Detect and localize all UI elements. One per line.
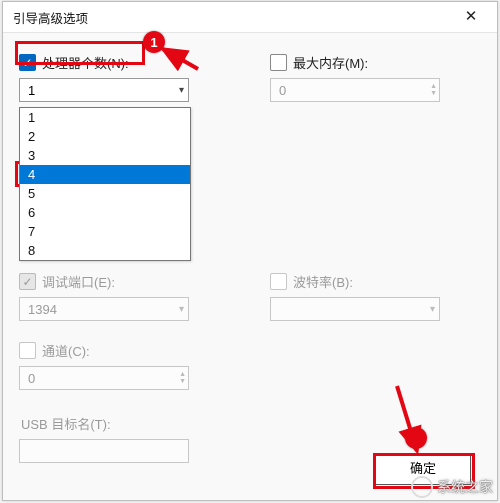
processor-option-selected[interactable]: 4 (20, 165, 190, 184)
debugport-value: 1394 (28, 302, 57, 317)
processor-combo-value: 1 (28, 83, 35, 98)
annotation-number-3: 3 (405, 427, 427, 449)
spin-arrows-icon: ▲▼ (179, 371, 186, 385)
chevron-down-icon: ▾ (179, 304, 184, 315)
channel-spin[interactable]: 0 ▲▼ (19, 366, 189, 390)
ok-button[interactable]: 确定 (375, 455, 471, 485)
channel-checkbox[interactable] (19, 342, 36, 359)
maxmem-checkbox-row[interactable]: 最大内存(M): (270, 53, 481, 72)
processor-label: 处理器个数(N): (42, 53, 129, 72)
debugport-checkbox[interactable]: ✓ (19, 273, 36, 290)
channel-value: 0 (28, 371, 35, 386)
window-title: 引导高级选项 (13, 8, 88, 27)
baud-label: 波特率(B): (293, 272, 353, 291)
maxmem-label: 最大内存(M): (293, 53, 368, 72)
processor-checkbox[interactable]: ✓ (19, 54, 36, 71)
col-maxmem: 最大内存(M): 0 ▲▼ (270, 43, 481, 102)
row-debug: ✓ 调试端口(E): 1394 ▾ 波特率(B): ▾ (19, 262, 481, 321)
processor-option[interactable]: 1 (20, 108, 190, 127)
annotation-number-1: 1 (143, 31, 165, 53)
col-baud: 波特率(B): ▾ (270, 262, 481, 321)
chevron-down-icon: ▾ (179, 85, 184, 96)
maxmem-checkbox[interactable] (270, 54, 287, 71)
debugport-checkbox-row[interactable]: ✓ 调试端口(E): (19, 272, 230, 291)
processor-option[interactable]: 2 (20, 127, 190, 146)
processor-option[interactable]: 7 (20, 222, 190, 241)
channel-label: 通道(C): (42, 341, 90, 360)
baud-combo[interactable]: ▾ (270, 297, 440, 321)
baud-checkbox-row[interactable]: 波特率(B): (270, 272, 481, 291)
col-channel: 通道(C): 0 ▲▼ (19, 331, 230, 390)
dialog-window: 引导高级选项 ✕ ✓ 处理器个数(N): 1 ▾ 最大内存(M): (2, 1, 498, 501)
processor-option[interactable]: 8 (20, 241, 190, 260)
row-top: ✓ 处理器个数(N): 1 ▾ 最大内存(M): 0 ▲▼ (19, 43, 481, 102)
processor-checkbox-row[interactable]: ✓ 处理器个数(N): (19, 53, 230, 72)
debugport-label: 调试端口(E): (42, 272, 115, 291)
content-area: ✓ 处理器个数(N): 1 ▾ 最大内存(M): 0 ▲▼ (3, 33, 497, 501)
chevron-down-icon: ▾ (430, 304, 435, 315)
baud-checkbox[interactable] (270, 273, 287, 290)
row-channel: 通道(C): 0 ▲▼ (19, 331, 481, 390)
usb-textbox[interactable] (19, 439, 189, 463)
processor-dropdown[interactable]: 1 2 3 4 5 6 7 8 (19, 107, 191, 261)
usb-label: USB 目标名(T): (21, 414, 111, 433)
titlebar: 引导高级选项 ✕ (3, 2, 497, 33)
col-processor: ✓ 处理器个数(N): 1 ▾ (19, 43, 230, 102)
processor-option[interactable]: 3 (20, 146, 190, 165)
col-usb: USB 目标名(T): (19, 404, 230, 463)
channel-checkbox-row[interactable]: 通道(C): (19, 341, 230, 360)
spin-arrows-icon: ▲▼ (430, 83, 437, 97)
usb-label-row: USB 目标名(T): (21, 414, 230, 433)
debugport-combo[interactable]: 1394 ▾ (19, 297, 189, 321)
processor-option[interactable]: 6 (20, 203, 190, 222)
col-debugport: ✓ 调试端口(E): 1394 ▾ (19, 262, 230, 321)
close-button[interactable]: ✕ (451, 3, 491, 31)
maxmem-spin[interactable]: 0 ▲▼ (270, 78, 440, 102)
processor-option[interactable]: 5 (20, 184, 190, 203)
processor-combo[interactable]: 1 ▾ (19, 78, 189, 102)
maxmem-value: 0 (279, 83, 286, 98)
